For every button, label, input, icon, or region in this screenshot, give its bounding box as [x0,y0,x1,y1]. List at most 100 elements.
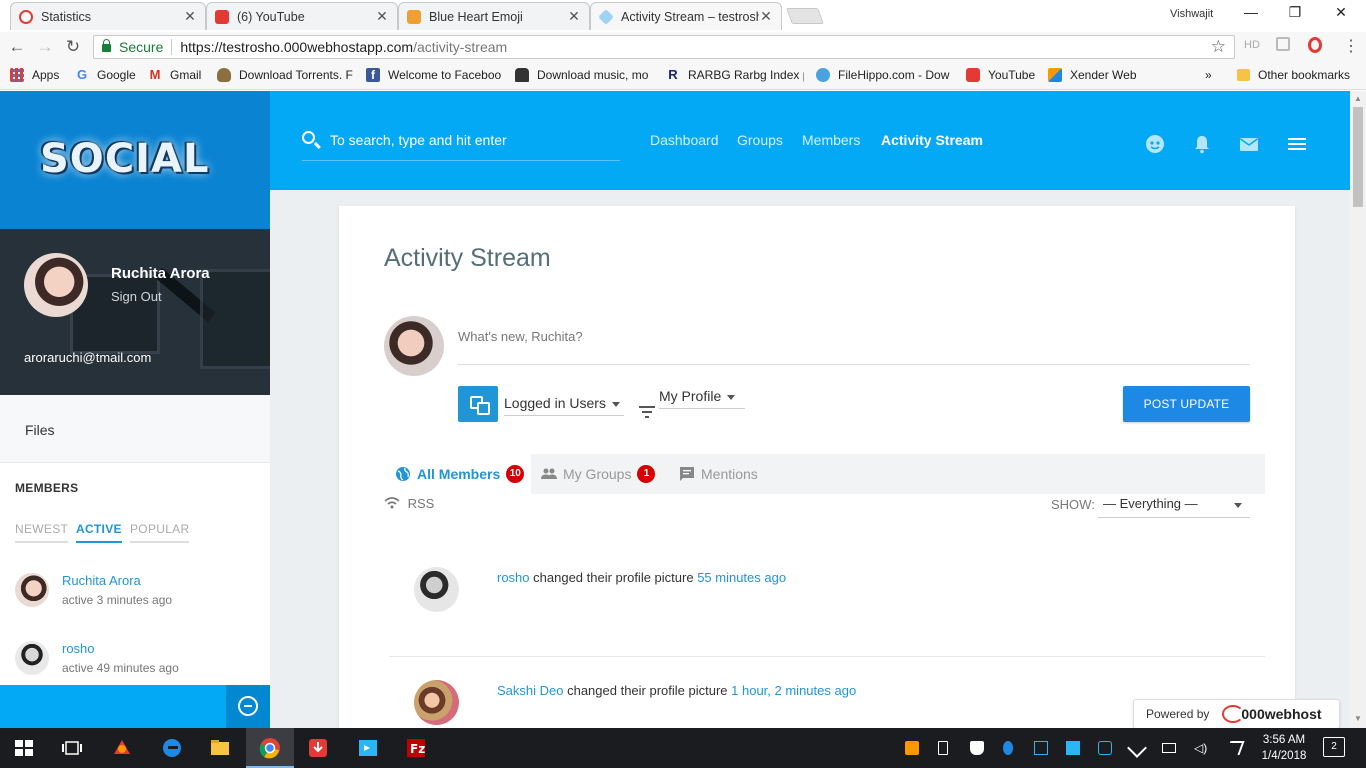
privacy-toggle-button[interactable] [458,386,498,422]
bookmark-gmail[interactable]: M Gmail [148,68,202,82]
wifi-icon[interactable] [1225,741,1245,755]
display-icon[interactable] [1034,741,1048,755]
extension-icon[interactable] [1276,37,1290,51]
search-input[interactable]: To search, type and hit enter [302,127,620,161]
nav-members[interactable]: Members [802,132,860,148]
avatar[interactable] [15,641,49,675]
activity-time-link[interactable]: 1 hour, 2 minutes ago [731,683,856,698]
hamburger-menu-icon[interactable] [1287,134,1307,154]
nav-groups[interactable]: Groups [737,132,783,148]
battery-icon[interactable] [1162,743,1176,753]
bookmark-apps[interactable]: Apps [10,68,59,82]
mail-icon[interactable] [1239,134,1259,154]
tray-app-icon[interactable] [905,741,919,755]
bookmark-download-torrents[interactable]: Download Torrents. F [217,68,354,82]
members-tab-newest[interactable]: NEWEST [15,522,69,543]
hd-extension-icon[interactable]: HD [1244,39,1260,51]
bookmark-google[interactable]: G Google [75,68,136,82]
show-filter-select[interactable]: — Everything — [1098,496,1250,518]
scroll-down-icon[interactable]: ▼ [1354,714,1362,723]
avatar[interactable] [24,253,88,317]
scrollbar-thumb[interactable] [1353,107,1363,207]
network-tray-icon[interactable] [1098,741,1112,755]
rss-link[interactable]: RSS [384,496,434,511]
back-arrow-icon[interactable]: ← [6,37,28,57]
avatar[interactable] [15,573,49,607]
bookmark-youtube[interactable]: YouTube [966,68,1035,82]
usb-icon[interactable] [938,741,948,755]
browser-tab-youtube[interactable]: (6) YouTube ✕ [206,2,398,30]
nav-activity-stream[interactable]: Activity Stream [881,132,983,148]
wifi-off-icon[interactable] [1127,738,1147,758]
whats-new-input[interactable]: What's new, Ruchita? [458,315,1250,365]
post-in-select[interactable]: My Profile [659,388,745,409]
close-window-button[interactable]: ✕ [1326,4,1356,24]
opera-extension-icon[interactable] [1308,37,1322,53]
member-name[interactable]: Ruchita Arora [62,573,141,588]
browser-tab-activity-stream[interactable]: Activity Stream – testrosh ✕ [590,2,782,30]
members-tab-popular[interactable]: POPULAR [130,522,190,543]
sign-out-link[interactable]: Sign Out [111,289,162,304]
collapse-sidebar-button[interactable] [226,685,270,728]
page-scrollbar[interactable]: ▲ ▼ [1350,91,1366,728]
bookmark-xender[interactable]: Xender Web [1048,68,1137,82]
new-tab-button[interactable] [786,8,824,24]
activity-time-link[interactable]: 55 minutes ago [697,570,786,585]
files-menu-item[interactable]: Files [0,395,270,463]
tab-mentions[interactable]: Mentions [679,454,758,494]
avatar[interactable] [414,567,459,612]
avatar[interactable] [414,680,459,725]
minimize-button[interactable]: — [1236,4,1266,24]
windows-start-icon[interactable] [12,736,36,760]
task-view-icon[interactable] [60,736,84,760]
activity-user-link[interactable]: Sakshi Deo [497,683,563,698]
bookmark-facebook[interactable]: f Welcome to Faceboo [366,68,503,82]
menu-dots-icon[interactable]: ⋮ [1343,36,1359,56]
maximize-button[interactable]: ❐ [1280,4,1310,24]
tab-all-members[interactable]: All Members 10 [384,454,531,494]
send-tray-icon[interactable] [1066,741,1080,755]
bookmark-filehippo[interactable]: FileHippo.com - Dow [816,68,954,82]
address-bar[interactable]: Secure https://testrosho.000webhostapp.c… [93,35,1235,59]
file-explorer-icon[interactable] [208,736,232,760]
volume-icon[interactable]: ◁) [1194,741,1208,755]
nav-dashboard[interactable]: Dashboard [650,132,719,148]
bookmark-other[interactable]: Other bookmarks [1237,68,1350,82]
member-name[interactable]: rosho [62,641,95,656]
bookmark-rarbg[interactable]: R RARBG Rarbg Index p [666,68,804,82]
forward-arrow-icon[interactable]: → [34,37,56,57]
filezilla-icon[interactable]: Fz [404,736,428,760]
bookmarks-overflow[interactable]: » [1205,68,1212,82]
close-tab-icon[interactable]: ✕ [567,8,581,25]
post-update-button[interactable]: POST UPDATE [1123,386,1250,422]
bookmark-download-music[interactable]: Download music, mo [515,68,653,82]
edge-browser-icon[interactable] [160,736,184,760]
system-clock[interactable]: 3:56 AM 1/4/2018 [1259,732,1309,764]
browser-tab-blue-heart[interactable]: Blue Heart Emoji ✕ [398,2,590,30]
close-tab-icon[interactable]: ✕ [759,8,773,25]
taskbar-chrome-active[interactable] [246,728,294,768]
ccleaner-icon[interactable] [110,736,134,760]
bell-icon[interactable] [1192,134,1212,154]
download-manager-icon[interactable] [306,736,330,760]
members-tab-active[interactable]: ACTIVE [76,522,122,543]
defender-shield-icon[interactable] [970,741,984,755]
site-logo[interactable]: SOCIAL [40,136,210,182]
browser-tab-statistics[interactable]: Statistics ✕ [10,2,206,30]
notification-center-icon[interactable]: 2 [1323,737,1345,757]
close-tab-icon[interactable]: ✕ [375,8,389,25]
activity-user-link[interactable]: rosho [497,570,530,585]
tab-my-groups[interactable]: My Groups 1 [541,454,656,494]
reload-icon[interactable]: ↻ [62,37,84,57]
send-app-icon[interactable] [356,736,380,760]
bookmark-star-icon[interactable]: ☆ [1211,37,1226,57]
close-tab-icon[interactable]: ✕ [183,8,197,25]
browser-profile-name[interactable]: Vishwajit [1170,8,1213,20]
profile-name[interactable]: Ruchita Arora [111,265,210,282]
bluetooth-icon[interactable] [1003,741,1013,755]
scroll-up-icon[interactable]: ▲ [1354,94,1362,103]
visibility-select[interactable]: Logged in Users [504,395,624,416]
avatar[interactable] [384,316,444,376]
powered-by-badge[interactable]: Powered by 000webhost [1133,699,1340,729]
face-icon[interactable] [1145,134,1165,154]
